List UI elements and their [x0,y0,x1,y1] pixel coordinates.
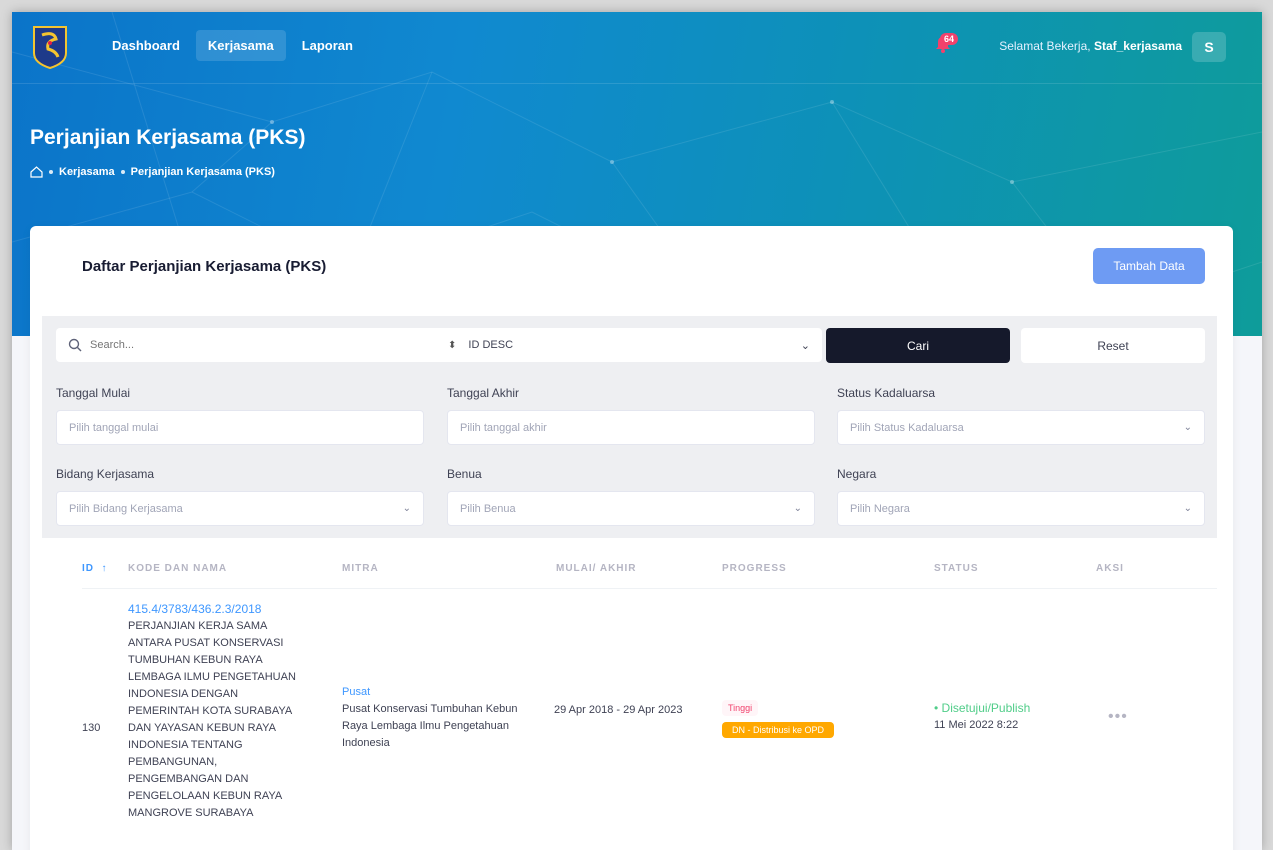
page-title: Perjanjian Kerjasama (PKS) [30,126,306,149]
reset-button[interactable]: Reset [1021,328,1205,363]
status-label: Disetujui/Publish [941,701,1031,715]
negara-select[interactable]: Pilih Negara ⌄ [837,491,1205,526]
column-progress[interactable]: PROGRESS [722,563,787,574]
status-text: • Disetujui/Publish [934,700,1030,717]
tanggal-akhir-placeholder: Pilih tanggal akhir [460,421,547,434]
chevron-down-icon: ⌄ [1183,503,1192,514]
breadcrumb-separator [120,170,125,174]
bidang-kerjasama-select[interactable]: Pilih Bidang Kerjasama ⌄ [56,491,424,526]
tanggal-mulai-placeholder: Pilih tanggal mulai [69,421,159,434]
negara-label: Negara [837,467,877,481]
search-input[interactable] [90,339,410,351]
chevron-down-icon: ⌄ [402,503,411,514]
nav-laporan[interactable]: Laporan [290,30,365,61]
column-aksi: AKSI [1096,563,1124,574]
column-id-label: ID [82,563,94,574]
negara-placeholder: Pilih Negara [850,502,910,515]
status-kadaluarsa-label: Status Kadaluarsa [837,386,936,400]
breadcrumb-separator [49,170,53,174]
progress-stage-badge: DN - Distribusi ke OPD [722,722,835,738]
column-mitra[interactable]: MITRA [342,563,379,574]
row-mitra: Pusat Pusat Konservasi Tumbuhan Kebun Ra… [342,684,542,752]
row-nama: PERJANJIAN KERJA SAMA ANTARA PUSAT KONSE… [128,620,296,819]
row-id: 130 [82,722,101,734]
row-actions-menu-icon[interactable]: ••• [1108,708,1128,726]
main-nav: Dashboard Kerjasama Laporan [100,30,365,61]
chevron-down-icon: ⌄ [800,339,810,352]
chevron-down-icon: ⌄ [793,503,802,514]
column-mulai-akhir[interactable]: MULAI/ AKHIR [556,563,637,574]
bidang-kerjasama-label: Bidang Kerjasama [56,467,155,481]
tanggal-mulai-field[interactable]: Pilih tanggal mulai [56,410,424,445]
row-kode-nama: 415.4/3783/436.2.3/2018 PERJANJIAN KERJA… [128,601,308,822]
row-periode: 29 Apr 2018 - 29 Apr 2023 [554,704,683,716]
bidang-kerjasama-placeholder: Pilih Bidang Kerjasama [69,502,183,515]
card-title: Daftar Perjanjian Kerjasama (PKS) [82,258,327,275]
user-avatar[interactable]: S [1192,32,1226,62]
row-kode-link[interactable]: 415.4/3783/436.2.3/2018 [128,601,308,618]
sort-ascending-icon: ↑ [97,563,108,574]
pks-list-card: Daftar Perjanjian Kerjasama (PKS) Tambah… [30,226,1233,850]
nav-dashboard[interactable]: Dashboard [100,30,192,61]
top-navbar: Dashboard Kerjasama Laporan 64 Selamat B… [12,12,1262,84]
status-date: 11 Mei 2022 8:22 [934,719,1019,731]
sort-value: ID DESC [468,339,514,351]
tanggal-akhir-field[interactable]: Pilih tanggal akhir [447,410,815,445]
table-header: ID ↑ KODE DAN NAMA MITRA MULAI/ AKHIR PR… [82,563,1217,589]
user-greeting: Selamat Bekerja, Staf_kerjasama [999,39,1182,53]
filter-panel: ⬍ ID DESC ⌄ Cari Reset Tanggal Mulai Pil… [42,316,1217,538]
tanggal-mulai-label: Tanggal Mulai [56,386,131,400]
breadcrumb-current: Perjanjian Kerjasama (PKS) [130,166,275,178]
add-data-button[interactable]: Tambah Data [1093,248,1205,284]
notification-count-badge: 64 [940,33,959,45]
row-mitra-type[interactable]: Pusat [342,684,542,701]
benua-select[interactable]: Pilih Benua ⌄ [447,491,815,526]
status-kadaluarsa-select[interactable]: Pilih Status Kadaluarsa ⌄ [837,410,1205,445]
sort-icon: ⬍ [448,339,457,351]
benua-placeholder: Pilih Benua [460,502,516,515]
row-mitra-name: Pusat Konservasi Tumbuhan Kebun Raya Lem… [342,703,518,749]
surabaya-logo[interactable] [32,25,68,69]
search-button[interactable]: Cari [826,328,1010,363]
progress-level-badge: Tinggi [722,700,759,716]
search-field[interactable] [56,328,436,362]
username: Staf_kerjasama [1093,39,1182,53]
column-status[interactable]: STATUS [934,563,979,574]
column-id[interactable]: ID ↑ [82,563,108,574]
chevron-down-icon: ⌄ [1183,422,1192,433]
breadcrumb: Kerjasama Perjanjian Kerjasama (PKS) [30,166,275,178]
search-icon [68,338,82,352]
column-kode-nama[interactable]: KODE DAN NAMA [128,563,227,574]
nav-kerjasama[interactable]: Kerjasama [195,30,286,61]
breadcrumb-kerjasama[interactable]: Kerjasama [59,166,115,178]
greeting-text: Selamat Bekerja, [999,39,1091,53]
status-dot-icon: • [934,701,939,715]
row-status: • Disetujui/Publish 11 Mei 2022 8:22 [934,700,1030,734]
status-kadaluarsa-placeholder: Pilih Status Kadaluarsa [850,421,964,434]
app-window: Dashboard Kerjasama Laporan 64 Selamat B… [12,12,1262,850]
benua-label: Benua [447,467,482,481]
home-icon[interactable] [30,166,43,178]
sort-select[interactable]: ⬍ ID DESC ⌄ [436,328,822,362]
tanggal-akhir-label: Tanggal Akhir [447,386,520,400]
